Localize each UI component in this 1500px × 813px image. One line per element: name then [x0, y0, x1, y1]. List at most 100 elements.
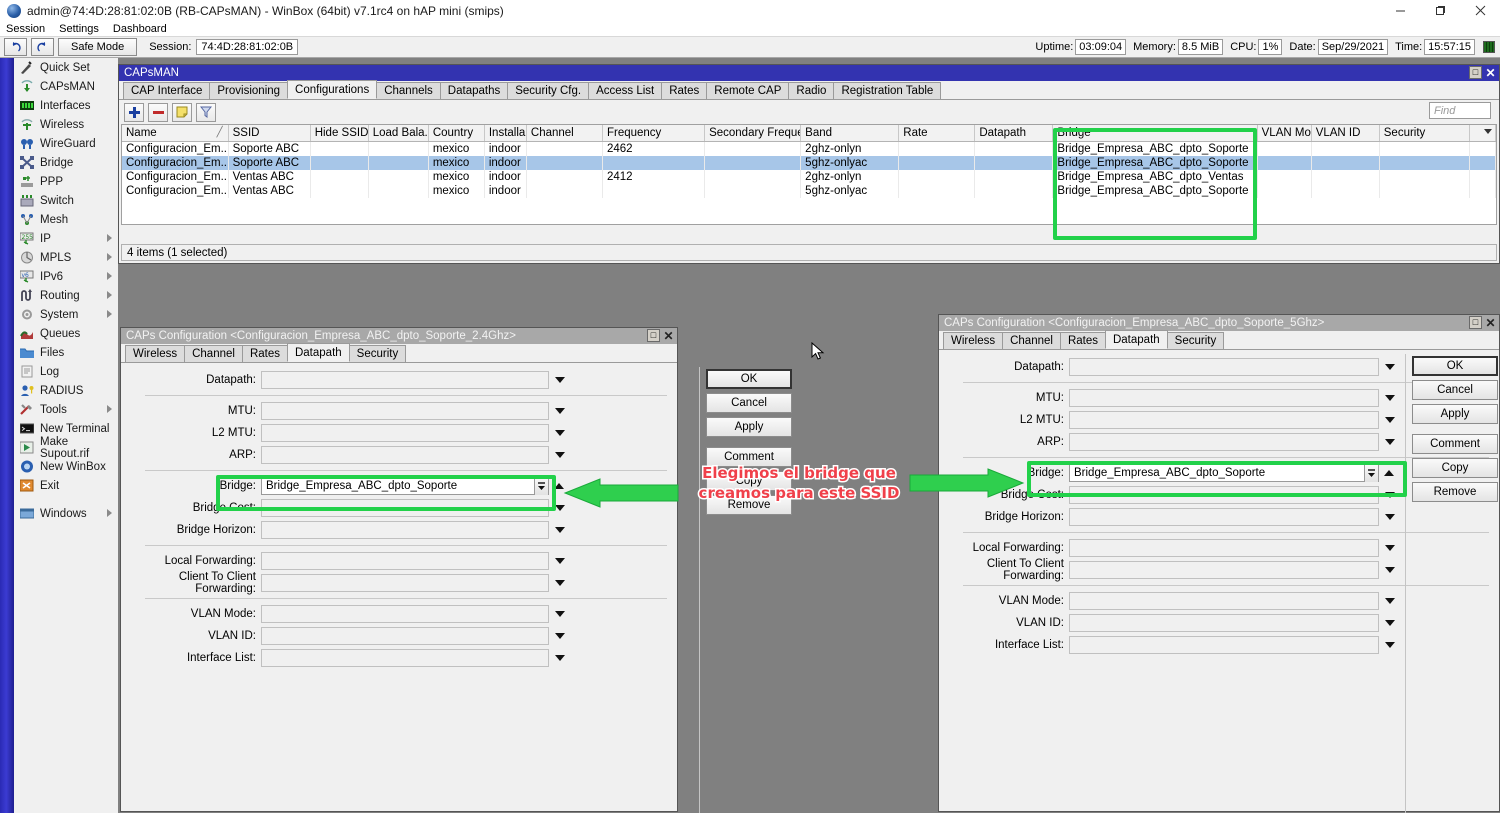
left-input-bridge-horizon[interactable] — [261, 521, 549, 539]
tab-configurations[interactable]: Configurations — [287, 80, 377, 99]
tab-datapaths[interactable]: Datapaths — [440, 82, 508, 99]
safe-mode-button[interactable]: Safe Mode — [58, 38, 137, 56]
dialog-right-ok-button[interactable]: OK — [1412, 356, 1498, 376]
menu-dashboard[interactable]: Dashboard — [113, 23, 167, 35]
dialog-right-tab-rates[interactable]: Rates — [1060, 332, 1106, 349]
tab-security-cfg[interactable]: Security Cfg. — [507, 82, 589, 99]
right-collapse-arrow-bridge-icon[interactable] — [1384, 470, 1394, 476]
undo-icon[interactable] — [4, 38, 27, 56]
column-header-load-balancing[interactable]: Load Bala... — [368, 125, 428, 141]
left-expand-arrow-vlan-id-icon[interactable] — [555, 633, 565, 639]
column-header-channel[interactable]: Channel — [526, 125, 602, 141]
left-bridge-dropdown-icon[interactable] — [534, 477, 548, 495]
sidebar-item-queues[interactable]: Queues — [14, 324, 118, 343]
capsman-maximize-button[interactable]: □ — [1469, 66, 1482, 79]
right-expand-arrow-vlan-id-icon[interactable] — [1385, 620, 1395, 626]
right-expand-arrow-arp-icon[interactable] — [1385, 439, 1395, 445]
sidebar-item-quick-set[interactable]: Quick Set — [14, 58, 118, 77]
tab-access-list[interactable]: Access List — [588, 82, 662, 99]
left-input-client-to-client-forwarding[interactable] — [261, 574, 549, 592]
left-input-bridge-cost[interactable] — [261, 499, 549, 517]
dialog-right-apply-button[interactable]: Apply — [1412, 404, 1498, 424]
table-row[interactable]: Configuracion_Em...Soporte ABCmexicoindo… — [122, 141, 1496, 156]
sidebar-item-log[interactable]: Log — [14, 362, 118, 381]
tab-remote-cap[interactable]: Remote CAP — [706, 82, 789, 99]
sidebar-item-ipv6[interactable]: v6IPv6 — [14, 267, 118, 286]
dialog-left-ok-button[interactable]: OK — [706, 369, 792, 389]
tab-provisioning[interactable]: Provisioning — [209, 82, 288, 99]
dialog-left-cancel-button[interactable]: Cancel — [706, 393, 792, 413]
menu-settings[interactable]: Settings — [59, 23, 99, 35]
left-input-vlan-id[interactable] — [261, 627, 549, 645]
dialog-left-maximize-button[interactable]: □ — [647, 329, 660, 342]
table-row[interactable]: Configuracion_Em...Ventas ABCmexicoindoo… — [122, 184, 1496, 198]
right-expand-arrow-bridge-horizon-icon[interactable] — [1385, 514, 1395, 520]
left-collapse-arrow-bridge-icon[interactable] — [554, 483, 564, 489]
tab-cap-interface[interactable]: CAP Interface — [123, 82, 210, 99]
column-header-installation[interactable]: Installa... — [484, 125, 526, 141]
left-expand-arrow-client-to-client-forwarding-icon[interactable] — [555, 580, 565, 586]
dialog-left-tab-wireless[interactable]: Wireless — [125, 345, 185, 362]
sidebar-item-capsman[interactable]: CAPsMAN — [14, 77, 118, 96]
filter-funnel-icon[interactable] — [196, 103, 216, 122]
dialog-left-tab-security[interactable]: Security — [349, 345, 407, 362]
column-header-hide-ssid[interactable]: Hide SSID — [310, 125, 368, 141]
left-expand-arrow-vlan-mode-icon[interactable] — [555, 611, 565, 617]
right-expand-arrow-client-to-client-forwarding-icon[interactable] — [1385, 567, 1395, 573]
left-expand-arrow-datapath-icon[interactable] — [555, 377, 565, 383]
sidebar-item-switch[interactable]: Switch — [14, 191, 118, 210]
right-expand-arrow-datapath-icon[interactable] — [1385, 364, 1395, 370]
left-input-local-forwarding[interactable] — [261, 552, 549, 570]
right-input-bridge-cost[interactable] — [1069, 486, 1379, 504]
dialog-left-apply-button[interactable]: Apply — [706, 417, 792, 437]
sidebar-item-bridge[interactable]: Bridge — [14, 153, 118, 172]
sidebar-item-new-winbox[interactable]: New WinBox — [14, 457, 118, 476]
copy-note-icon[interactable] — [172, 103, 192, 122]
right-input-vlan-id[interactable] — [1069, 614, 1379, 632]
dialog-right-copy-button[interactable]: Copy — [1412, 458, 1498, 478]
sidebar-item-ip[interactable]: 255IP — [14, 229, 118, 248]
right-input-vlan-mode[interactable] — [1069, 592, 1379, 610]
column-header-frequency[interactable]: Frequency — [602, 125, 704, 141]
left-expand-arrow-l2-mtu-icon[interactable] — [555, 430, 565, 436]
column-header-ssid[interactable]: SSID — [228, 125, 310, 141]
right-bridge-dropdown-icon[interactable] — [1364, 464, 1378, 482]
minimize-button[interactable] — [1380, 0, 1420, 21]
dialog-right-tab-security[interactable]: Security — [1167, 332, 1225, 349]
right-expand-arrow-interface-list-icon[interactable] — [1385, 642, 1395, 648]
left-input-bridge[interactable]: Bridge_Empresa_ABC_dpto_Soporte — [261, 477, 549, 495]
menu-session[interactable]: Session — [6, 23, 45, 35]
left-expand-arrow-mtu-icon[interactable] — [555, 408, 565, 414]
sidebar-item-system[interactable]: System — [14, 305, 118, 324]
left-expand-arrow-bridge-horizon-icon[interactable] — [555, 527, 565, 533]
sidebar-item-mpls[interactable]: MPLS — [14, 248, 118, 267]
right-input-datapath[interactable] — [1069, 358, 1379, 376]
capsman-close-button[interactable]: ✕ — [1484, 66, 1497, 79]
remove-button[interactable] — [148, 103, 168, 122]
add-button[interactable] — [124, 103, 144, 122]
sidebar-item-windows[interactable]: Windows — [14, 504, 118, 523]
left-expand-arrow-bridge-cost-icon[interactable] — [555, 505, 565, 511]
column-header-rate[interactable]: Rate — [899, 125, 975, 141]
right-input-arp[interactable] — [1069, 433, 1379, 451]
dialog-right-cancel-button[interactable]: Cancel — [1412, 380, 1498, 400]
left-input-vlan-mode[interactable] — [261, 605, 549, 623]
sidebar-item-wireless[interactable]: Wireless — [14, 115, 118, 134]
column-header-security[interactable]: Security — [1379, 125, 1469, 141]
column-header-country[interactable]: Country — [428, 125, 484, 141]
left-input-interface-list[interactable] — [261, 649, 549, 667]
sidebar-item-make-supout-rif[interactable]: Make Supout.rif — [14, 438, 118, 457]
column-header-band[interactable]: Band — [801, 125, 899, 141]
dialog-left-tab-channel[interactable]: Channel — [184, 345, 243, 362]
dialog-left-tab-datapath[interactable]: Datapath — [287, 343, 350, 362]
tab-channels[interactable]: Channels — [376, 82, 441, 99]
maximize-button[interactable] — [1420, 0, 1460, 21]
right-input-mtu[interactable] — [1069, 389, 1379, 407]
dialog-right-maximize-button[interactable]: □ — [1469, 316, 1482, 329]
right-input-bridge-horizon[interactable] — [1069, 508, 1379, 526]
left-input-l2-mtu[interactable] — [261, 424, 549, 442]
close-button[interactable] — [1460, 0, 1500, 21]
dialog-left-tab-rates[interactable]: Rates — [242, 345, 288, 362]
sidebar-item-files[interactable]: Files — [14, 343, 118, 362]
sidebar-item-tools[interactable]: Tools — [14, 400, 118, 419]
